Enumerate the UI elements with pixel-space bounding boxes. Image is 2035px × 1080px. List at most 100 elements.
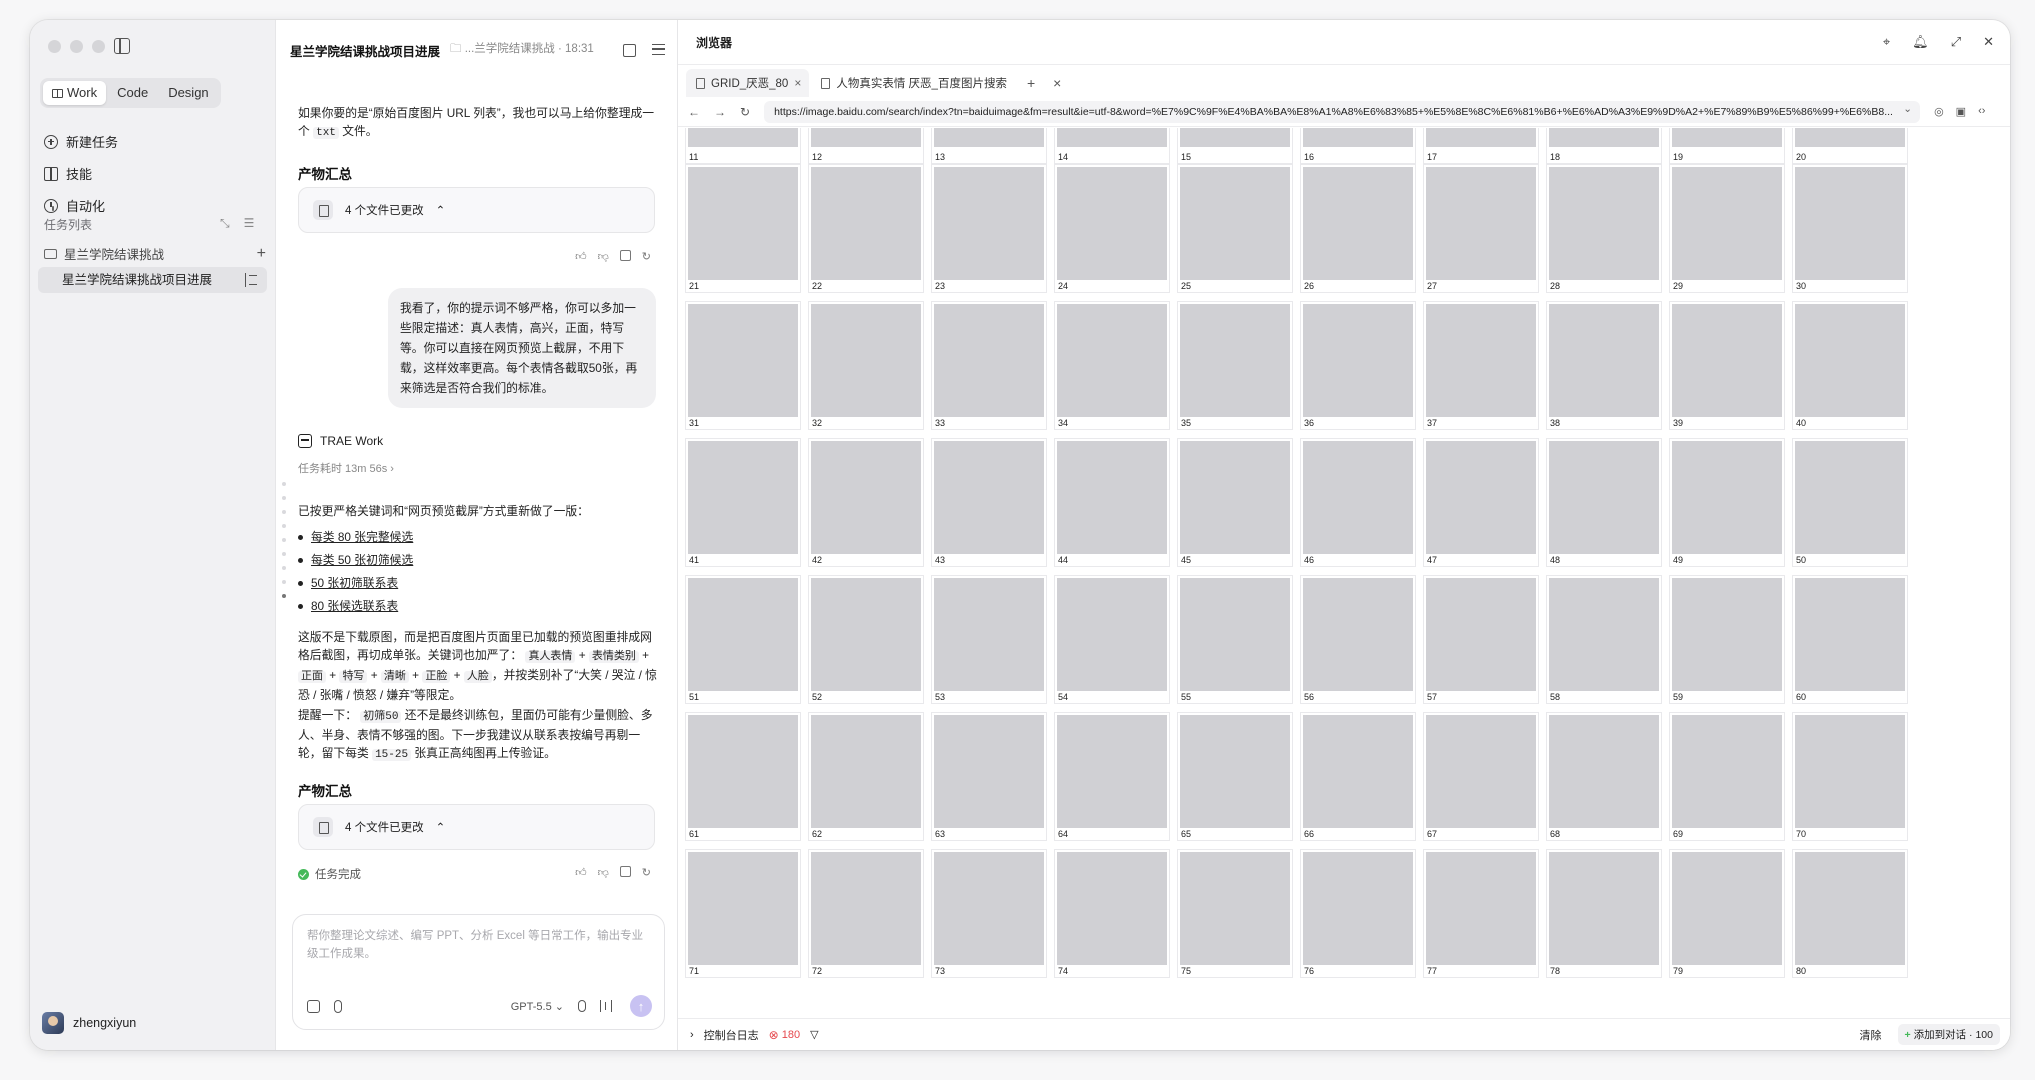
target-icon[interactable]: ◎ bbox=[1934, 105, 1944, 118]
close-tab-icon[interactable]: × bbox=[794, 76, 801, 90]
grid-image-cell[interactable]: 32 bbox=[808, 301, 924, 430]
add-task-icon[interactable]: + bbox=[257, 245, 266, 261]
grid-image-cell[interactable]: 46 bbox=[1300, 438, 1416, 567]
add-to-chat-button[interactable]: 添加到对话 · 100 bbox=[1897, 1024, 2000, 1045]
grid-image-cell[interactable]: 80 bbox=[1792, 849, 1908, 978]
close-all-icon[interactable]: × bbox=[1053, 75, 1061, 91]
sidebar-toggle-icon[interactable] bbox=[114, 38, 130, 54]
grid-image-cell[interactable]: 42 bbox=[808, 438, 924, 567]
grid-image-cell[interactable]: 19 bbox=[1669, 128, 1785, 164]
grid-image-cell[interactable]: 39 bbox=[1669, 301, 1785, 430]
grid-image-cell[interactable]: 13 bbox=[931, 128, 1047, 164]
user-profile[interactable]: zhengxiyun bbox=[42, 1012, 136, 1034]
grid-image-cell[interactable]: 48 bbox=[1546, 438, 1662, 567]
grid-image-cell[interactable]: 68 bbox=[1546, 712, 1662, 841]
send-button[interactable]: ↑ bbox=[630, 995, 652, 1017]
grid-image-cell[interactable]: 35 bbox=[1177, 301, 1293, 430]
forward-icon[interactable]: → bbox=[714, 105, 726, 119]
folder-item[interactable]: 星兰学院结课挑战 + bbox=[44, 244, 266, 263]
clear-button[interactable]: 清除 bbox=[1860, 1027, 1882, 1043]
link-50-screen[interactable]: 每类 50 张初筛候选 bbox=[311, 551, 413, 569]
copy-icon[interactable] bbox=[619, 866, 631, 877]
grid-image-cell[interactable]: 55 bbox=[1177, 575, 1293, 704]
new-tab-icon[interactable]: + bbox=[1027, 75, 1035, 91]
voice-icon[interactable] bbox=[600, 1000, 612, 1012]
grid-image-cell[interactable]: 41 bbox=[685, 438, 801, 567]
grid-image-cell[interactable]: 56 bbox=[1300, 575, 1416, 704]
attach-icon[interactable] bbox=[334, 999, 342, 1013]
grid-image-cell[interactable]: 12 bbox=[808, 128, 924, 164]
thumbs-down-icon[interactable]: 👎︎ bbox=[598, 250, 609, 263]
grid-image-cell[interactable]: 15 bbox=[1177, 128, 1293, 164]
mode-work[interactable]: Work bbox=[43, 81, 107, 105]
menu-icon[interactable] bbox=[652, 43, 665, 55]
grid-image-cell[interactable]: 71 bbox=[685, 849, 801, 978]
grid-image-cell[interactable]: 73 bbox=[931, 849, 1047, 978]
grid-image-cell[interactable]: 61 bbox=[685, 712, 801, 841]
panel-icon[interactable] bbox=[623, 43, 636, 57]
grid-image-cell[interactable]: 58 bbox=[1546, 575, 1662, 704]
grid-image-cell[interactable]: 33 bbox=[931, 301, 1047, 430]
grid-image-cell[interactable]: 63 bbox=[931, 712, 1047, 841]
grid-image-cell[interactable]: 52 bbox=[808, 575, 924, 704]
grid-image-cell[interactable]: 29 bbox=[1669, 164, 1785, 293]
grid-image-cell[interactable]: 25 bbox=[1177, 164, 1293, 293]
chat-input-box[interactable]: 帮你整理论文综述、编写 PPT、分析 Excel 等日常工作，输出专业级工作成果… bbox=[292, 914, 665, 1030]
mode-design[interactable]: Design bbox=[159, 81, 217, 105]
screenshot-icon[interactable]: ▣ bbox=[1956, 105, 1966, 118]
link-80-contact[interactable]: 80 张候选联系表 bbox=[311, 597, 398, 615]
task-item-selected[interactable]: 星兰学院结课挑战项目进展 bbox=[38, 267, 267, 293]
grid-image-cell[interactable]: 24 bbox=[1054, 164, 1170, 293]
grid-image-cell[interactable]: 57 bbox=[1423, 575, 1539, 704]
grid-image-cell[interactable]: 11 bbox=[685, 128, 801, 164]
grid-image-cell[interactable]: 22 bbox=[808, 164, 924, 293]
grid-image-cell[interactable]: 36 bbox=[1300, 301, 1416, 430]
tab-grid[interactable]: GRID_厌恶_80 × bbox=[686, 69, 810, 97]
bell-icon[interactable]: 🔔︎ bbox=[1912, 34, 1929, 50]
grid-image-cell[interactable]: 23 bbox=[931, 164, 1047, 293]
minimize-window-button[interactable] bbox=[70, 40, 83, 53]
grid-image-cell[interactable]: 31 bbox=[685, 301, 801, 430]
grid-image-cell[interactable]: 72 bbox=[808, 849, 924, 978]
grid-image-cell[interactable]: 76 bbox=[1300, 849, 1416, 978]
grid-image-cell[interactable]: 20 bbox=[1792, 128, 1908, 164]
tab-baidu[interactable]: 人物真实表情 厌恶_百度图片搜索 bbox=[811, 69, 1015, 97]
grid-image-cell[interactable]: 34 bbox=[1054, 301, 1170, 430]
grid-image-cell[interactable]: 65 bbox=[1177, 712, 1293, 841]
grid-image-cell[interactable]: 75 bbox=[1177, 849, 1293, 978]
code-icon[interactable]: ‹› bbox=[1978, 105, 1985, 118]
grid-image-cell[interactable]: 51 bbox=[685, 575, 801, 704]
grid-image-cell[interactable]: 50 bbox=[1792, 438, 1908, 567]
grid-image-cell[interactable]: 40 bbox=[1792, 301, 1908, 430]
close-icon[interactable]: ✕ bbox=[1983, 34, 1994, 50]
url-input[interactable]: https://image.baidu.com/search/index?tn=… bbox=[764, 100, 1921, 123]
copy-icon[interactable] bbox=[619, 250, 631, 261]
model-select[interactable]: GPT-5.5 ⌄ bbox=[511, 1000, 564, 1013]
grid-image-cell[interactable]: 53 bbox=[931, 575, 1047, 704]
grid-image-cell[interactable]: 79 bbox=[1669, 849, 1785, 978]
grid-image-cell[interactable]: 66 bbox=[1300, 712, 1416, 841]
mic-icon[interactable] bbox=[578, 1000, 586, 1012]
grid-image-cell[interactable]: 49 bbox=[1669, 438, 1785, 567]
chevron-right-icon[interactable]: › bbox=[690, 1029, 694, 1041]
retry-icon[interactable]: ↻ bbox=[642, 250, 651, 263]
filter-icon[interactable]: ☰ bbox=[244, 216, 255, 231]
grid-image-cell[interactable]: 37 bbox=[1423, 301, 1539, 430]
reload-icon[interactable]: ↻ bbox=[740, 105, 750, 119]
nav-skills[interactable]: 技能 bbox=[44, 164, 92, 183]
link-80-full[interactable]: 每类 80 张完整候选 bbox=[311, 528, 413, 546]
context-icon[interactable] bbox=[307, 999, 320, 1013]
link-50-contact[interactable]: 50 张初筛联系表 bbox=[311, 574, 398, 592]
grid-image-cell[interactable]: 28 bbox=[1546, 164, 1662, 293]
expand-icon[interactable]: ⤢ bbox=[1951, 34, 1961, 50]
grid-image-cell[interactable]: 18 bbox=[1546, 128, 1662, 164]
files-changed-card[interactable]: 4 个文件已更改 ⌃ bbox=[298, 187, 655, 233]
files-changed-card-2[interactable]: 4 个文件已更改 ⌃ bbox=[298, 804, 655, 850]
retry-icon[interactable]: ↻ bbox=[642, 866, 651, 879]
grid-image-cell[interactable]: 64 bbox=[1054, 712, 1170, 841]
grid-image-cell[interactable]: 17 bbox=[1423, 128, 1539, 164]
cursor-icon[interactable]: ⌖ bbox=[1883, 34, 1890, 50]
grid-image-cell[interactable]: 54 bbox=[1054, 575, 1170, 704]
thumbs-down-icon[interactable]: 👎︎ bbox=[598, 866, 609, 879]
grid-image-cell[interactable]: 21 bbox=[685, 164, 801, 293]
